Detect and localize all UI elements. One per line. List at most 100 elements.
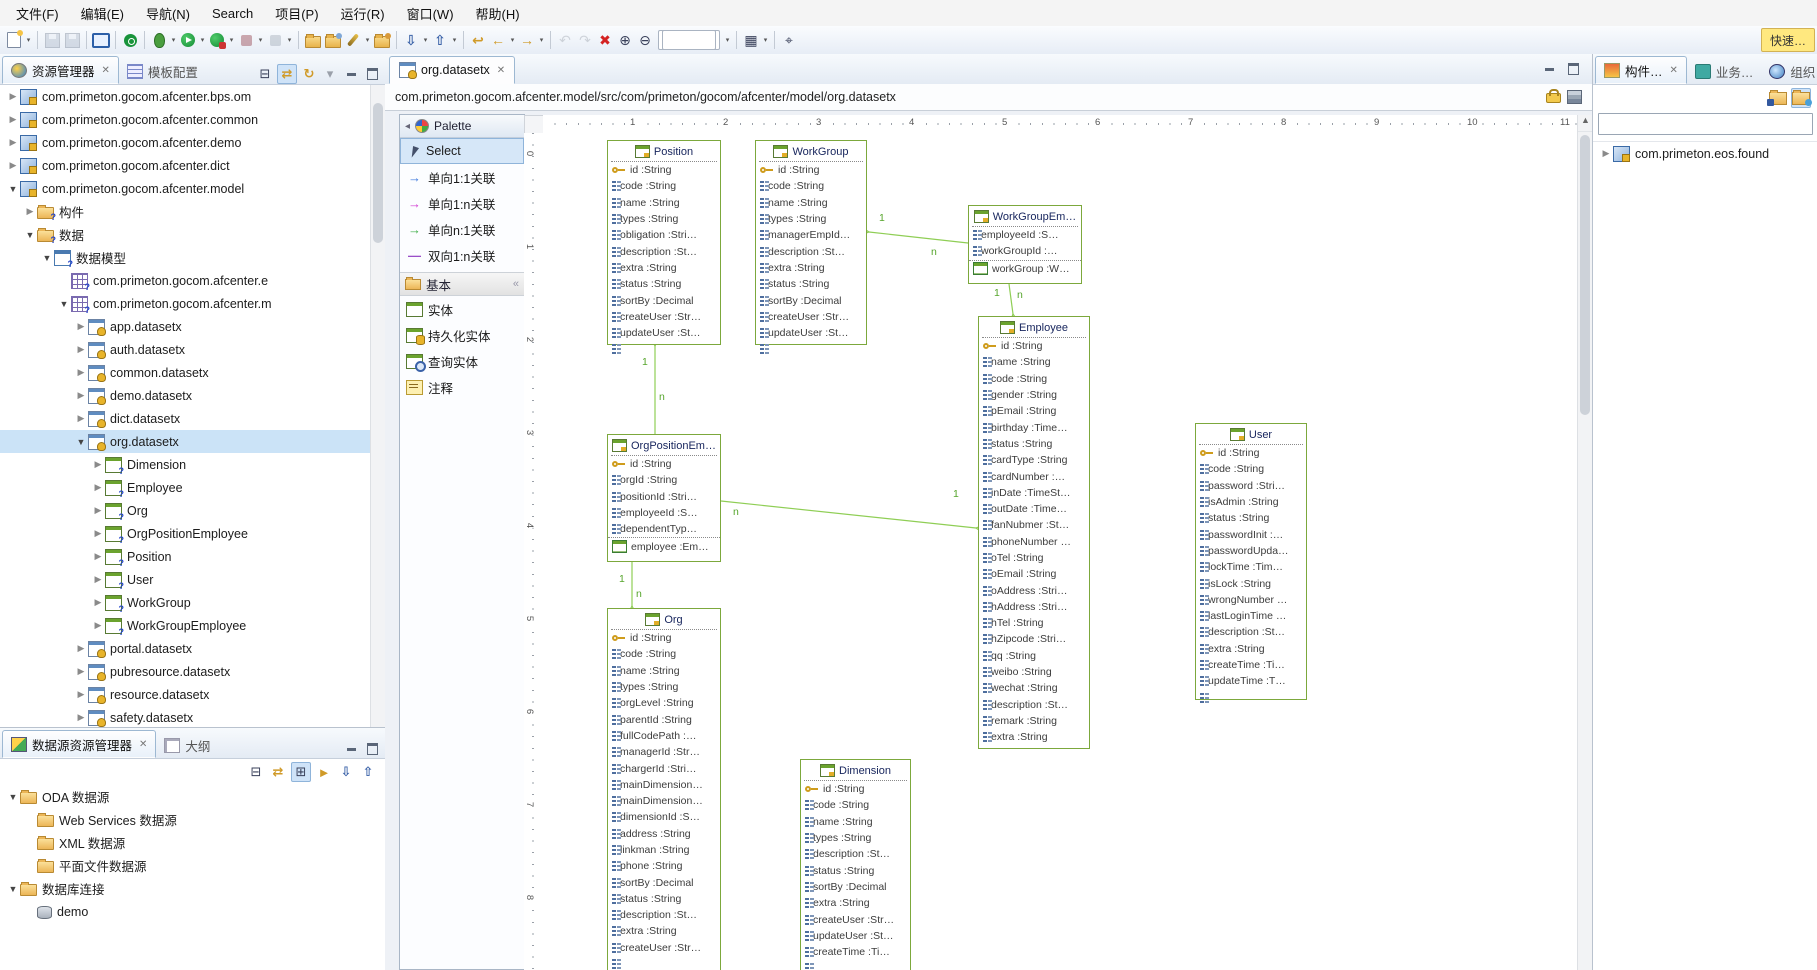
maximize-button[interactable] (363, 65, 381, 83)
entity-field[interactable]: name :String (608, 663, 720, 679)
expander-icon[interactable]: ▶ (74, 367, 88, 378)
tree-item[interactable]: ▼数据模型 (0, 246, 371, 269)
relationship-line[interactable] (869, 232, 968, 243)
entity-field[interactable]: extra :String (801, 895, 910, 911)
entity-header[interactable]: Position (611, 142, 717, 162)
refresh-icon[interactable]: ↻ (300, 65, 318, 83)
entity-field[interactable]: wechat :String (979, 680, 1089, 696)
category-mode-icon[interactable] (1791, 88, 1811, 108)
tree-item[interactable]: com.primeton.gocom.afcenter.e (0, 269, 371, 292)
search-icon[interactable]: ⌖ (780, 31, 798, 49)
close-icon[interactable]: ✕ (497, 65, 505, 76)
expander-icon[interactable]: ▶ (91, 551, 105, 562)
expander-icon[interactable]: ▶ (91, 528, 105, 539)
link-selection-icon[interactable]: ► (315, 763, 333, 781)
tree-item[interactable]: ▶com.primeton.gocom.afcenter.dict (0, 154, 371, 177)
tree-item[interactable]: ▶auth.datasetx (0, 338, 371, 361)
tree-item[interactable]: ▶safety.datasetx (0, 706, 371, 729)
expander-icon[interactable]: ▶ (23, 206, 37, 217)
explorer-tab-模板配置[interactable]: 模板配置 (119, 58, 206, 84)
entity-field[interactable]: birthday :Time… (979, 419, 1089, 435)
entity-field[interactable]: code :String (756, 178, 866, 194)
package-mode-icon[interactable] (1769, 89, 1787, 107)
entity-field[interactable]: types :String (608, 211, 720, 227)
palette-tool-单向1:n关联[interactable]: →单向1:n关联 (400, 190, 524, 216)
menu-帮助(H)[interactable]: 帮助(H) (466, 1, 530, 26)
entity-field[interactable]: passwordUpda… (1196, 543, 1306, 559)
entity-field[interactable]: name :String (801, 814, 910, 830)
deploy-folder-icon[interactable] (373, 31, 391, 49)
expander-icon[interactable]: ▶ (91, 597, 105, 608)
entity-field[interactable]: lastLoginTime … (1196, 608, 1306, 624)
entity-field[interactable]: mainDimension… (608, 793, 720, 809)
entity-field[interactable]: employeeId :S… (969, 227, 1081, 243)
entity-field[interactable]: createUser :Str… (801, 911, 910, 927)
expander-icon[interactable]: ▶ (6, 160, 20, 171)
layout-icon[interactable]: ▦ (742, 31, 760, 49)
entity-field[interactable]: address :String (608, 826, 720, 842)
entity-field[interactable]: extra :String (608, 260, 720, 276)
components-tab-组织…[interactable]: 组织… (1761, 58, 1817, 84)
entity-field[interactable]: remark :String (979, 713, 1089, 729)
entity-field[interactable]: code :String (801, 797, 910, 813)
entity-field[interactable]: code :String (979, 371, 1089, 387)
entity-field[interactable]: types :String (608, 679, 720, 695)
entity-field[interactable]: isAdmin :String (1196, 494, 1306, 510)
entity-User[interactable]: Userid :Stringcode :Stringpassword :Stri… (1195, 423, 1307, 700)
tree-item[interactable]: ▶resource.datasetx (0, 683, 371, 706)
run-external-icon[interactable] (208, 31, 226, 49)
expander-icon[interactable]: ▼ (57, 299, 71, 309)
entity-field[interactable]: employee :Em… (608, 537, 720, 554)
tree-item[interactable]: ▶com.primeton.gocom.afcenter.bps.om (0, 85, 371, 108)
tree-item[interactable]: ▶Position (0, 545, 371, 568)
expander-icon[interactable]: ▶ (74, 666, 88, 677)
expander-icon[interactable]: ▶ (91, 482, 105, 493)
menu-编辑(E)[interactable]: 编辑(E) (71, 1, 134, 26)
tree-item[interactable]: Web Services 数据源 (0, 808, 385, 831)
entity-Dimension[interactable]: Dimensionid :Stringcode :Stringname :Str… (800, 759, 911, 970)
entity-field[interactable]: extra :String (1196, 641, 1306, 657)
tree-item[interactable]: ▶com.primeton.eos.found (1593, 142, 1817, 165)
save-all-icon[interactable] (63, 31, 81, 49)
tree-item[interactable]: ▼com.primeton.gocom.afcenter.m (0, 292, 371, 315)
expander-icon[interactable]: ▶ (74, 413, 88, 424)
entity-field[interactable]: inDate :TimeSt… (979, 485, 1089, 501)
entity-field[interactable]: sortBy :Decimal (756, 292, 866, 308)
entity-field[interactable]: updateUser :St… (801, 928, 910, 944)
entity-field[interactable]: outDate :Time… (979, 501, 1089, 517)
entity-header[interactable]: OrgPositionEm… (611, 436, 717, 456)
entity-field[interactable]: cardType :String (979, 452, 1089, 468)
pin-icon[interactable]: « (513, 278, 519, 290)
import-connection-icon[interactable]: ⇩ (337, 763, 355, 781)
entity-field[interactable]: dimensionId :S… (608, 809, 720, 825)
save-icon[interactable] (43, 31, 61, 49)
tree-item[interactable]: ▶com.primeton.gocom.afcenter.common (0, 108, 371, 131)
expander-icon[interactable]: ▶ (74, 689, 88, 700)
zoom-out-icon[interactable]: ⊖ (636, 31, 654, 49)
forward-icon[interactable]: → (518, 31, 536, 49)
entity-field[interactable]: status :String (608, 891, 720, 907)
entity-field[interactable]: pEmail :String (979, 403, 1089, 419)
entity-field[interactable]: positionId :Stri… (608, 489, 720, 505)
tree-item[interactable]: ▶demo.datasetx (0, 384, 371, 407)
tree-item[interactable]: ▶Dimension (0, 453, 371, 476)
palette-tool-单向n:1关联[interactable]: →单向n:1关联 (400, 216, 524, 242)
entity-field[interactable]: description :St… (608, 907, 720, 923)
zoom-in-icon[interactable]: ⊕ (616, 31, 634, 49)
palette-group-basic[interactable]: 基本 « (400, 272, 524, 296)
explorer-vertical-scrollbar[interactable] (370, 85, 385, 758)
expander-icon[interactable]: ▶ (91, 574, 105, 585)
entity-header[interactable]: Dimension (804, 761, 907, 781)
expander-icon[interactable]: ▶ (74, 712, 88, 723)
entity-field[interactable]: description :St… (1196, 624, 1306, 640)
entity-Org[interactable]: Orgid :Stringcode :Stringname :Stringtyp… (607, 608, 721, 970)
last-edit-icon[interactable]: ↩ (469, 31, 487, 49)
undo-icon[interactable]: ↶ (556, 31, 574, 49)
entity-field[interactable]: createUser :Str… (608, 940, 720, 956)
menu-Search[interactable]: Search (202, 3, 263, 24)
scrollbar-thumb[interactable] (373, 103, 383, 243)
expander-icon[interactable]: ▶ (91, 505, 105, 516)
entity-field[interactable]: description :St… (801, 846, 910, 862)
tree-item[interactable]: ▼com.primeton.gocom.afcenter.model (0, 177, 371, 200)
tree-item[interactable]: demo (0, 900, 385, 923)
